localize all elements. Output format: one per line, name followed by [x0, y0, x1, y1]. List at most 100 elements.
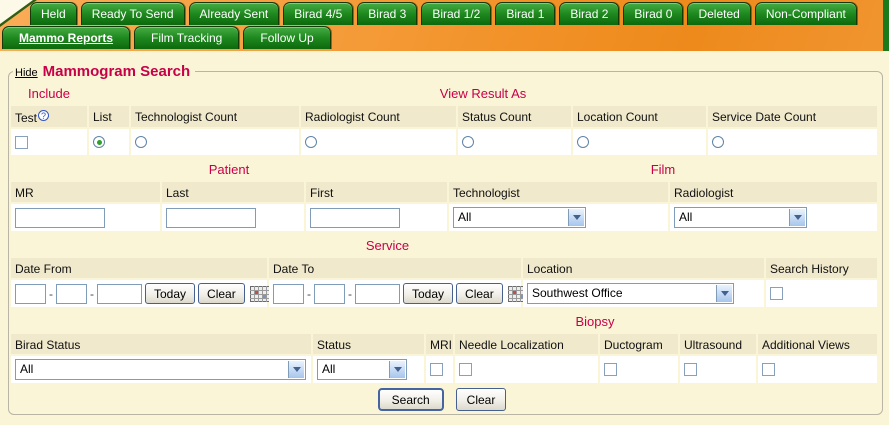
- hide-link[interactable]: Hide: [15, 67, 38, 79]
- first-name-input[interactable]: [310, 208, 400, 228]
- technologist-cell: All: [449, 204, 668, 231]
- needle-localization-cell: [455, 356, 598, 383]
- checkbox-mri[interactable]: [430, 363, 443, 376]
- chevron-down-icon: [389, 361, 405, 378]
- ductogram-label: Ductogram: [600, 334, 678, 354]
- location-label: Location: [523, 258, 764, 278]
- status-count-cell: [458, 129, 571, 155]
- tab-birad-1[interactable]: Birad 1: [495, 2, 555, 25]
- status-cell: All: [313, 356, 424, 383]
- panel-legend: HideMammogram Search: [13, 63, 195, 80]
- chevron-down-icon: [568, 209, 584, 226]
- calendar-icon[interactable]: [250, 286, 270, 302]
- tab-already-sent[interactable]: Already Sent: [189, 2, 280, 25]
- chevron-down-icon: [716, 285, 732, 302]
- header-spacer: [11, 312, 311, 332]
- status-tab-bar: Held Ready To Send Already Sent Birad 4/…: [30, 2, 857, 25]
- mri-label: MRI: [426, 334, 453, 354]
- tab-ready-to-send[interactable]: Ready To Send: [81, 2, 185, 25]
- tab-birad-3[interactable]: Birad 3: [357, 2, 417, 25]
- right-edge-strip: [883, 0, 889, 51]
- date-from-day-input[interactable]: [56, 284, 87, 304]
- last-cell: [162, 204, 304, 231]
- radio-service-date-count[interactable]: [712, 136, 724, 148]
- service-table: Service Date From Date To Location Searc…: [11, 236, 882, 307]
- checkbox-needle-localization[interactable]: [459, 363, 472, 376]
- technologist-count-cell: [131, 129, 299, 155]
- date-to-year-input[interactable]: [355, 284, 400, 304]
- service-date-count-label: Service Date Count: [708, 106, 877, 127]
- date-to-label: Date To: [269, 258, 521, 278]
- status-select[interactable]: All: [317, 359, 407, 380]
- checkbox-search-history[interactable]: [770, 287, 783, 300]
- checkbox-ultrasound[interactable]: [684, 363, 697, 376]
- help-icon[interactable]: ?: [38, 110, 49, 121]
- location-count-label: Location Count: [573, 106, 706, 127]
- patient-header: Patient: [11, 160, 447, 180]
- radio-location-count[interactable]: [577, 136, 589, 148]
- birad-status-select[interactable]: All: [15, 359, 306, 380]
- date-from-label: Date From: [11, 258, 267, 278]
- tab-birad-2[interactable]: Birad 2: [559, 2, 619, 25]
- radio-list[interactable]: [93, 136, 105, 148]
- tab-deleted[interactable]: Deleted: [687, 2, 750, 25]
- radiologist-label: Radiologist: [670, 182, 877, 202]
- search-history-cell: [766, 280, 877, 307]
- date-to-today-button[interactable]: Today: [403, 283, 453, 304]
- first-cell: [306, 204, 447, 231]
- radiologist-cell: All: [670, 204, 877, 231]
- view-result-as-header: View Result As: [89, 84, 877, 104]
- birad-status-cell: All: [11, 356, 311, 383]
- checkbox-test[interactable]: [15, 136, 28, 149]
- tab-birad-4-5[interactable]: Birad 4/5: [283, 2, 353, 25]
- tab-follow-up[interactable]: Follow Up: [243, 26, 330, 49]
- date-to-day-input[interactable]: [314, 284, 345, 304]
- mr-label: MR: [11, 182, 160, 202]
- header-bar: Held Ready To Send Already Sent Birad 4/…: [0, 0, 889, 51]
- service-date-count-cell: [708, 129, 877, 155]
- search-history-label: Search History: [766, 258, 877, 278]
- tab-held[interactable]: Held: [30, 2, 77, 25]
- date-to-clear-button[interactable]: Clear: [456, 283, 503, 304]
- patient-film-table: Patient Film MR Last First Technologist …: [11, 160, 882, 231]
- date-from-cell: -- Today Clear: [11, 280, 267, 307]
- search-button[interactable]: Search: [378, 388, 444, 411]
- tab-birad-0[interactable]: Birad 0: [623, 2, 683, 25]
- list-cell: [89, 129, 129, 155]
- biopsy-header: Biopsy: [313, 312, 877, 332]
- date-to-month-input[interactable]: [273, 284, 304, 304]
- header-spacer: [766, 236, 877, 256]
- service-header: Service: [11, 236, 764, 256]
- mr-input[interactable]: [15, 208, 105, 228]
- tab-film-tracking[interactable]: Film Tracking: [134, 26, 239, 49]
- chevron-down-icon: [288, 361, 304, 378]
- birad-status-label: Birad Status: [11, 334, 311, 354]
- last-name-input[interactable]: [166, 208, 256, 228]
- test-column-label: Test?: [11, 106, 87, 127]
- ductogram-cell: [600, 356, 678, 383]
- tab-non-compliant[interactable]: Non-Compliant: [755, 2, 857, 25]
- include-header: Include: [11, 84, 87, 104]
- status-label: Status: [313, 334, 424, 354]
- radio-radiologist-count[interactable]: [305, 136, 317, 148]
- date-from-today-button[interactable]: Today: [145, 283, 195, 304]
- radio-status-count[interactable]: [462, 136, 474, 148]
- additional-views-cell: [758, 356, 877, 383]
- date-from-year-input[interactable]: [97, 284, 142, 304]
- technologist-select[interactable]: All: [453, 207, 586, 228]
- corner-wedge: [0, 0, 33, 24]
- checkbox-ductogram[interactable]: [604, 363, 617, 376]
- tab-mammo-reports[interactable]: Mammo Reports: [2, 26, 130, 49]
- first-label: First: [306, 182, 447, 202]
- location-select[interactable]: Southwest Office: [527, 283, 734, 304]
- tab-birad-1-2[interactable]: Birad 1/2: [421, 2, 491, 25]
- date-from-month-input[interactable]: [15, 284, 46, 304]
- date-from-clear-button[interactable]: Clear: [198, 283, 245, 304]
- radiologist-select[interactable]: All: [674, 207, 807, 228]
- radio-technologist-count[interactable]: [135, 136, 147, 148]
- location-count-cell: [573, 129, 706, 155]
- module-tab-bar: Mammo Reports Film Tracking Follow Up: [2, 26, 331, 49]
- list-column-label: List: [89, 106, 129, 127]
- checkbox-additional-views[interactable]: [762, 363, 775, 376]
- clear-button[interactable]: Clear: [456, 388, 507, 411]
